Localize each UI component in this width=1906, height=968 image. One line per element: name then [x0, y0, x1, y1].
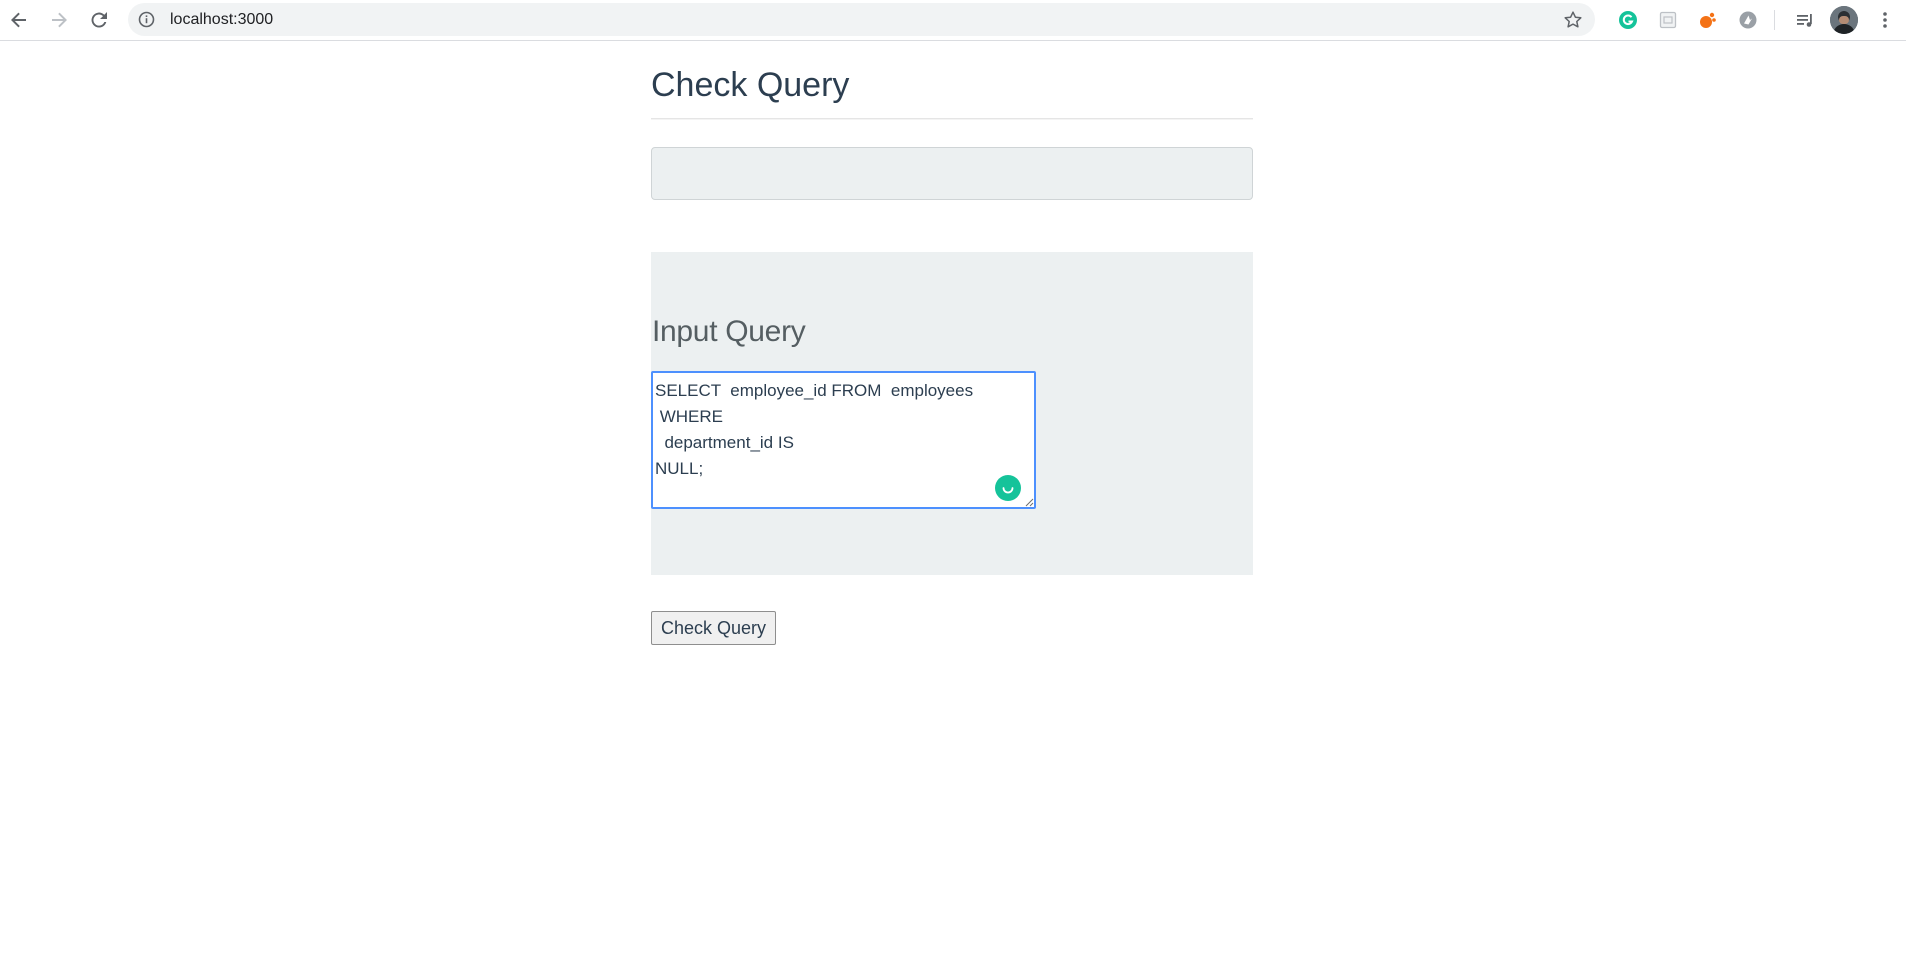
url-text: localhost:3000: [170, 11, 274, 28]
input-query-panel: Input Query SELECT employee_id FROM empl…: [651, 252, 1253, 575]
grammarly-extension-button[interactable]: [1617, 9, 1639, 31]
grammarly-badge[interactable]: [995, 475, 1021, 501]
grammarly-status-icon: [1002, 487, 1014, 494]
orange-extension-icon: [1700, 12, 1716, 28]
kebab-menu-icon: [1883, 12, 1887, 28]
star-icon[interactable]: [1563, 10, 1583, 30]
media-control-button[interactable]: [1794, 9, 1816, 31]
orange-extension-button[interactable]: [1697, 9, 1719, 31]
calendar-extension-button[interactable]: [1657, 9, 1679, 31]
browser-menu-button[interactable]: [1874, 9, 1896, 31]
address-bar[interactable]: localhost:3000: [128, 3, 1595, 36]
query-textarea[interactable]: SELECT employee_id FROM employees WHERE …: [651, 371, 1036, 509]
page-title: Check Query: [651, 66, 850, 104]
back-button[interactable]: [4, 5, 34, 35]
result-output-box: [651, 147, 1253, 200]
reload-icon: [91, 12, 107, 28]
media-playlist-icon: [1797, 14, 1812, 27]
browser-toolbar: localhost:3000: [0, 0, 1906, 41]
info-icon[interactable]: [138, 11, 155, 28]
arrow-right-icon: [52, 12, 67, 28]
toolbar-separator: [1774, 10, 1775, 30]
check-query-button[interactable]: Check Query: [651, 611, 777, 645]
title-divider: [651, 118, 1253, 120]
grey-extension-icon: [1739, 11, 1757, 29]
avatar-icon: [1830, 6, 1858, 34]
profile-avatar[interactable]: [1830, 6, 1858, 34]
reload-button[interactable]: [84, 5, 114, 35]
grammarly-icon: [1619, 11, 1637, 29]
forward-button[interactable]: [44, 5, 74, 35]
arrow-left-icon: [11, 12, 26, 28]
input-query-heading: Input Query: [652, 315, 806, 348]
grey-extension-button[interactable]: [1737, 9, 1759, 31]
resize-handle-icon[interactable]: [1024, 497, 1034, 507]
calendar-extension-icon: [1659, 11, 1677, 29]
